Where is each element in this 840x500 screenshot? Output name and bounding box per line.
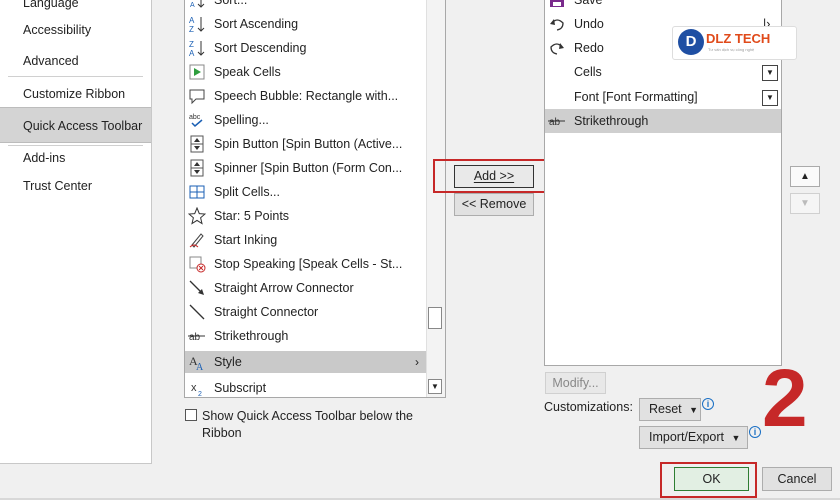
logo-tagline: Tư vấn dịch vụ công nghệ (708, 47, 755, 52)
options-nav: Language Accessibility Advanced Customiz… (0, 0, 152, 464)
move-down-button[interactable]: ▼ (790, 193, 820, 214)
style-icon: AA (188, 353, 206, 373)
list-item-selected[interactable]: AA Style › (185, 351, 427, 373)
star-icon (187, 206, 207, 225)
spelling-icon: abc (188, 111, 206, 129)
commands-list[interactable]: ZA Sort... AZ Sort Ascending ZA Sort Des… (184, 0, 446, 398)
sort-descending-icon: ZA (188, 39, 206, 58)
speech-bubble-icon (188, 87, 206, 105)
sort-icon: ZA (188, 0, 206, 9)
list-item-selected[interactable]: ab Strikethrough (545, 109, 781, 133)
move-up-button[interactable]: ▲ (790, 166, 820, 187)
list-item[interactable]: Straight Connector (185, 300, 429, 324)
customizations-label: Customizations: (544, 400, 633, 414)
nav-item-accessibility[interactable]: Accessibility (0, 17, 151, 43)
svg-text:A: A (190, 2, 195, 9)
import-export-button[interactable]: Import/Export ▼ (639, 426, 748, 449)
list-item[interactable]: Cells ▼ (545, 60, 781, 84)
show-below-ribbon-label: Show Quick Access Toolbar below the Ribb… (202, 409, 413, 440)
strikethrough-icon: ab (548, 112, 566, 130)
svg-text:Z: Z (189, 40, 194, 49)
svg-text:A: A (189, 49, 195, 57)
list-item[interactable]: ab Strikethrough (185, 324, 429, 348)
logo-text: DLZ TECH (706, 31, 771, 46)
line-connector-icon (188, 303, 206, 321)
save-icon (548, 0, 566, 9)
svg-text:abc: abc (189, 114, 201, 121)
cancel-button[interactable]: Cancel (762, 467, 832, 491)
list-item[interactable]: Speech Bubble: Rectangle with... (185, 84, 429, 108)
strikethrough-icon: ab (188, 327, 206, 345)
split-cells-icon (188, 183, 206, 201)
reset-button[interactable]: Reset ▼ (639, 398, 701, 421)
chevron-down-icon: ▼ (689, 405, 699, 415)
redo-icon (548, 39, 566, 57)
ok-button[interactable]: OK (674, 467, 749, 491)
list-item[interactable]: Spinner [Spin Button (Form Con... (185, 156, 429, 180)
commands-scrollbar[interactable] (426, 0, 445, 397)
list-item[interactable]: ZA Sort... (185, 0, 429, 12)
info-icon[interactable]: i (702, 398, 714, 410)
svg-text:ab: ab (549, 117, 561, 128)
svg-text:Z: Z (189, 25, 194, 33)
chevron-down-icon: ▼ (731, 433, 741, 443)
chevron-down-icon[interactable]: ▼ (762, 90, 778, 106)
nav-item-quick-access-toolbar[interactable]: Quick Access Toolbar (0, 107, 151, 143)
remove-button[interactable]: << Remove (454, 193, 534, 216)
svg-text:Z: Z (190, 0, 195, 1)
nav-item-advanced[interactable]: Advanced (0, 48, 151, 74)
info-icon[interactable]: i (749, 426, 761, 438)
list-item[interactable]: AZ Sort Ascending (185, 12, 429, 36)
scrollbar-thumb[interactable] (428, 307, 442, 329)
svg-text:2: 2 (198, 391, 202, 397)
list-item[interactable]: Straight Arrow Connector (185, 276, 429, 300)
svg-text:A: A (196, 362, 204, 371)
list-item[interactable]: Star: 5 Points (185, 204, 429, 228)
modify-button[interactable]: Modify... (545, 372, 606, 394)
list-item[interactable]: ZA Sort Descending (185, 36, 429, 60)
list-item[interactable]: Save (545, 0, 781, 12)
arrow-connector-icon (188, 279, 206, 297)
subscript-icon: x2 (188, 379, 206, 397)
list-item[interactable]: Stop Speaking [Speak Cells - St... (185, 252, 429, 276)
show-below-ribbon-checkbox[interactable] (185, 409, 197, 421)
svg-text:ab: ab (189, 332, 201, 343)
logo-mark: D (678, 29, 704, 55)
sort-ascending-icon: AZ (188, 15, 206, 34)
nav-item-add-ins[interactable]: Add-ins (0, 145, 151, 171)
list-item[interactable]: Speak Cells (185, 60, 429, 84)
list-item[interactable]: x2 Subscript (185, 376, 429, 397)
step-number-2: 2 (762, 353, 808, 444)
spinner-icon (188, 159, 206, 177)
nav-item-trust-center[interactable]: Trust Center (0, 173, 151, 199)
svg-text:x: x (191, 382, 197, 394)
svg-text:A: A (189, 16, 195, 25)
speak-cells-icon (188, 63, 206, 81)
chevron-right-icon: › (415, 355, 419, 369)
pen-icon (188, 231, 206, 249)
undo-icon (548, 15, 566, 33)
scroll-down-icon[interactable]: ▼ (428, 379, 442, 394)
stop-speaking-icon (188, 255, 206, 273)
list-item[interactable]: Start Inking (185, 228, 429, 252)
spin-button-icon (188, 135, 206, 153)
chevron-down-icon[interactable]: ▼ (762, 65, 778, 81)
list-item[interactable]: abc Spelling... (185, 108, 429, 132)
list-item[interactable]: Font [Font Formatting] ▼ (545, 85, 781, 109)
nav-item-customize-ribbon[interactable]: Customize Ribbon (0, 81, 151, 107)
list-item[interactable]: Split Cells... (185, 180, 429, 204)
list-item[interactable]: Spin Button [Spin Button (Active... (185, 132, 429, 156)
nav-item-language[interactable]: Language (0, 0, 151, 16)
nav-divider (8, 76, 143, 77)
